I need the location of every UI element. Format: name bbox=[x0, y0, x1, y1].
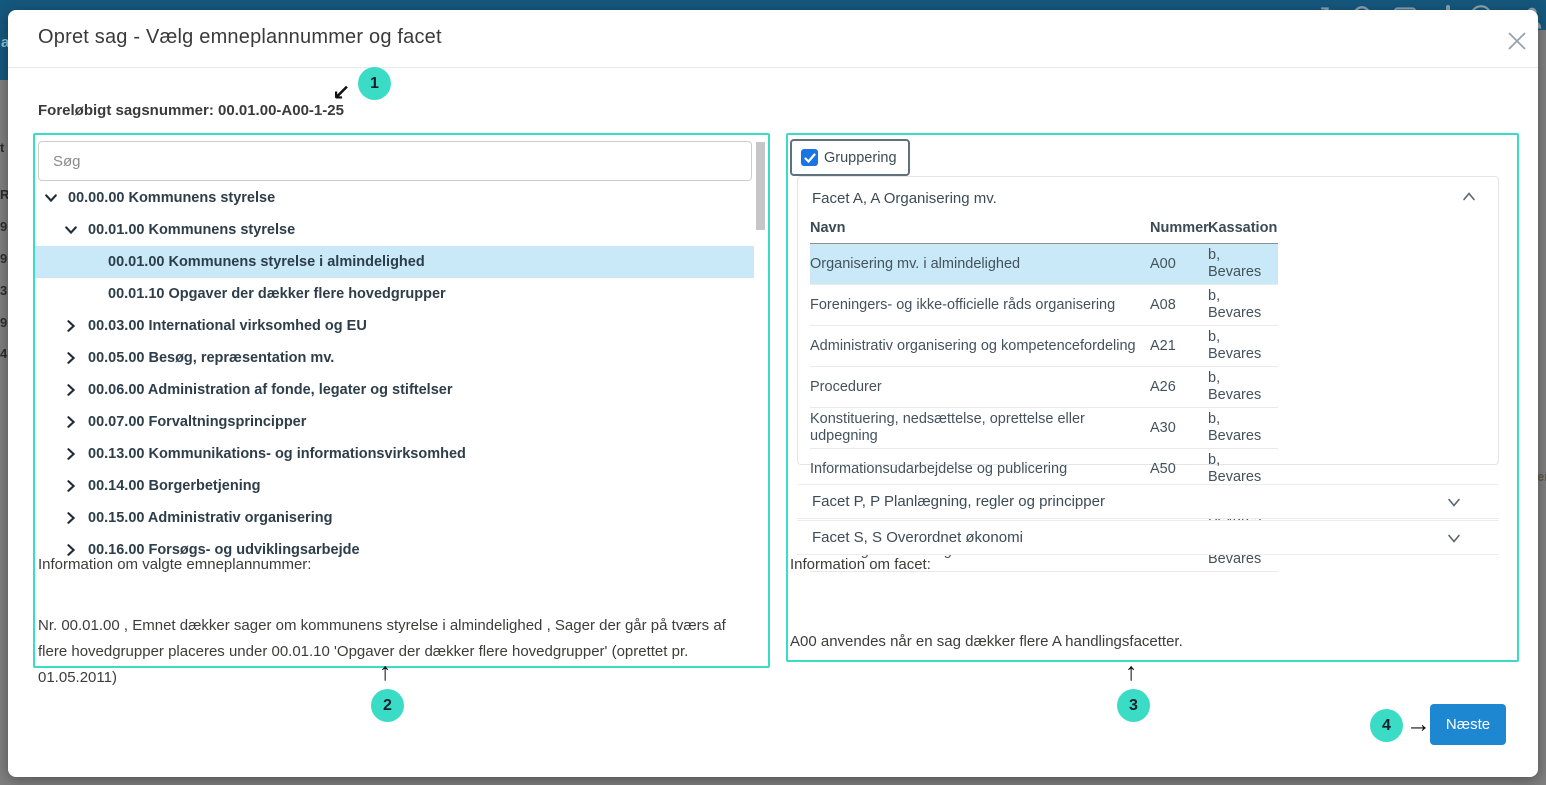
backdrop-text-fragment: 9 bbox=[0, 252, 7, 265]
annotation-step-3: 3 bbox=[1117, 689, 1150, 722]
tree-item[interactable]: 00.13.00 Kommunikations- og informations… bbox=[35, 438, 754, 470]
facet-table-header-row: Navn Nummer Kassation bbox=[810, 216, 1278, 244]
backdrop-text-fragment: 9 bbox=[0, 316, 7, 329]
tree-item[interactable]: 00.15.00 Administrativ organisering bbox=[35, 502, 754, 534]
search-input[interactable] bbox=[38, 141, 752, 181]
tree-item[interactable]: 00.03.00 International virksomhed og EU bbox=[35, 310, 754, 342]
backdrop-text-fragment: em bbox=[1537, 470, 1546, 483]
annotation-arrow-southwest: ↙ bbox=[332, 80, 350, 106]
tree-item-selected[interactable]: 00.01.00 Kommunens styrelse i almindelig… bbox=[35, 246, 754, 278]
preliminary-case-number: Foreløbigt sagsnummer: 00.01.00-A00-1-25 bbox=[38, 102, 344, 119]
facet-row[interactable]: Administrativ organisering og kompetence… bbox=[810, 326, 1278, 367]
screen: a t R 9 9 3 9 4 em Opret sag - Vælg emne… bbox=[0, 0, 1546, 785]
column-header-navn: Navn bbox=[810, 216, 1150, 244]
chevron-right-icon[interactable] bbox=[64, 415, 78, 429]
annotation-step-2: 2 bbox=[371, 689, 404, 722]
tree-item[interactable]: 00.14.00 Borgerbetjening bbox=[35, 470, 754, 502]
chevron-right-icon[interactable] bbox=[64, 351, 78, 365]
facet-row[interactable]: Procedurer A26 b, Bevares bbox=[810, 367, 1278, 408]
emneplan-info-label: Information om valgte emneplannummer: bbox=[38, 556, 311, 573]
backdrop-text-fragment: 3 bbox=[0, 284, 7, 297]
facet-p-accordion[interactable]: Facet P, P Planlægning, regler og princi… bbox=[797, 484, 1499, 519]
close-icon[interactable] bbox=[1502, 26, 1532, 56]
tree-item[interactable]: 00.00.00 Kommunens styrelse bbox=[35, 182, 754, 214]
facet-info-label: Information om facet: bbox=[790, 556, 931, 573]
backdrop-text-fragment: t bbox=[0, 141, 4, 154]
tree-item[interactable]: 00.01.10 Opgaver der dækker flere hovedg… bbox=[35, 278, 754, 310]
facet-row-selected[interactable]: Organisering mv. i almindelighed A00 b, … bbox=[810, 244, 1278, 285]
chevron-down-icon[interactable] bbox=[1445, 529, 1463, 547]
annotation-step-4: 4 bbox=[1370, 709, 1403, 742]
facet-row[interactable]: Foreningers- og ikke-officielle råds org… bbox=[810, 285, 1278, 326]
opret-sag-modal: Opret sag - Vælg emneplannummer og facet… bbox=[8, 10, 1538, 777]
chevron-down-icon[interactable] bbox=[64, 223, 78, 237]
chevron-up-icon[interactable] bbox=[1460, 188, 1478, 206]
title-divider bbox=[8, 67, 1538, 68]
tree-item[interactable]: 00.05.00 Besøg, repræsentation mv. bbox=[35, 342, 754, 374]
tree-item[interactable]: 00.16.00 Forsøgs- og udviklingsarbejde bbox=[35, 534, 754, 558]
facet-a-header[interactable]: Facet A, A Organisering mv. bbox=[812, 190, 997, 207]
grouping-checkbox-field[interactable]: Gruppering bbox=[790, 139, 910, 176]
backdrop-text-fragment: 9 bbox=[0, 220, 7, 233]
tree-item[interactable]: 00.06.00 Administration af fonde, legate… bbox=[35, 374, 754, 406]
annotation-arrow-right: → bbox=[1406, 710, 1431, 739]
tree-item[interactable]: 00.01.00 Kommunens styrelse bbox=[35, 214, 754, 246]
chevron-right-icon[interactable] bbox=[64, 447, 78, 461]
facet-info-text: A00 anvendes når en sag dækker flere A h… bbox=[790, 629, 1490, 655]
column-header-kassation: Kassation bbox=[1208, 216, 1278, 244]
tree-item[interactable]: 00.07.00 Forvaltningsprincipper bbox=[35, 406, 754, 438]
chevron-right-icon[interactable] bbox=[64, 543, 78, 557]
chevron-down-icon[interactable] bbox=[44, 191, 58, 205]
emneplan-tree: 00.00.00 Kommunens styrelse 00.01.00 Kom… bbox=[35, 182, 754, 558]
facet-row[interactable]: Konstituering, nedsættelse, oprettelse e… bbox=[810, 408, 1278, 449]
column-header-nummer: Nummer bbox=[1150, 216, 1208, 244]
facet-s-accordion[interactable]: Facet S, S Overordnet økonomi bbox=[797, 520, 1499, 555]
chevron-right-icon[interactable] bbox=[64, 479, 78, 493]
checkbox-checked-icon[interactable] bbox=[801, 149, 818, 166]
next-button[interactable]: Næste bbox=[1430, 704, 1506, 745]
annotation-arrow-up: ↑ bbox=[379, 658, 392, 687]
chevron-right-icon[interactable] bbox=[64, 383, 78, 397]
chevron-down-icon[interactable] bbox=[1445, 493, 1463, 511]
chevron-right-icon[interactable] bbox=[64, 511, 78, 525]
modal-title: Opret sag - Vælg emneplannummer og facet bbox=[38, 26, 442, 49]
annotation-step-1: 1 bbox=[358, 67, 391, 100]
backdrop-text-fragment: 4 bbox=[0, 347, 7, 360]
grouping-label: Gruppering bbox=[824, 150, 897, 166]
annotation-arrow-up: ↑ bbox=[1125, 658, 1138, 687]
tree-scrollbar[interactable] bbox=[756, 142, 765, 230]
chevron-right-icon[interactable] bbox=[64, 319, 78, 333]
